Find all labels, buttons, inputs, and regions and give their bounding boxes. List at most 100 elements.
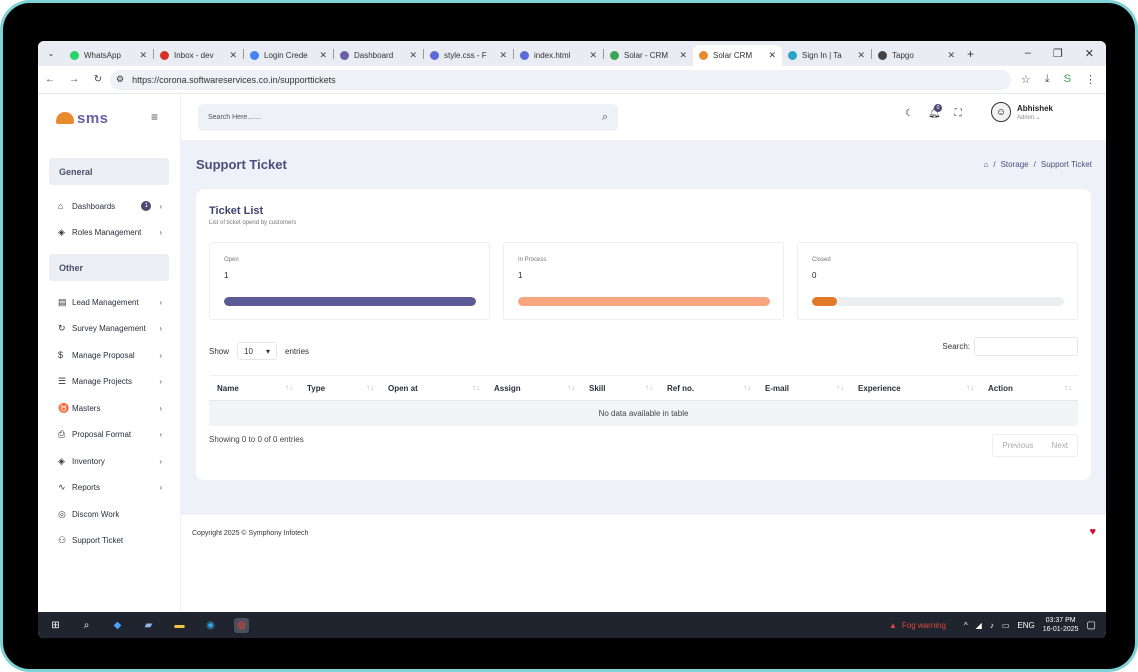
column-header[interactable]: Ref no. ↑↓ (659, 375, 757, 401)
minimize-button[interactable]: – (1025, 47, 1031, 60)
chevron-right-icon: › (159, 297, 162, 307)
edge-icon[interactable]: ◉ (203, 618, 218, 633)
close-tab-icon[interactable]: ✕ (679, 50, 687, 61)
clock[interactable]: 03:37 PM 16-01-2025 (1043, 616, 1079, 634)
fullscreen-icon[interactable]: ⛶ (955, 108, 962, 119)
weather-widget[interactable]: ▲ Fog warning (889, 621, 946, 630)
notifications-icon[interactable]: ▢ (1087, 620, 1096, 631)
sidebar-item-masters[interactable]: ♉ Masters › (38, 395, 180, 422)
extension-icon[interactable]: S (1064, 73, 1071, 86)
tray-chevron-icon[interactable]: ^ (964, 621, 968, 630)
browser-tab[interactable]: index.html ✕ (514, 45, 603, 66)
column-header[interactable]: Skill ↑↓ (581, 375, 659, 401)
close-tab-icon[interactable]: ✕ (409, 50, 417, 61)
column-header[interactable]: Type ↑↓ (299, 375, 380, 401)
url-field[interactable]: ⚙ https://corona.softwareservices.co.in/… (110, 69, 1011, 90)
browser-tab[interactable]: Inbox - dev ✕ (154, 45, 243, 66)
sort-icon: ↑↓ (567, 383, 575, 392)
sidebar-item-dashboards[interactable]: ⌂ Dashboards 1 › (38, 193, 180, 220)
tab-favicon-icon (160, 51, 169, 60)
sidebar-item-proposal-format[interactable]: ⎙ Proposal Format › (38, 422, 180, 449)
breadcrumb-storage[interactable]: Storage (1001, 160, 1029, 169)
box-icon: ◈ (58, 455, 65, 466)
close-tab-icon[interactable]: ✕ (139, 50, 147, 61)
app-logo[interactable]: sms (38, 94, 180, 142)
sidebar-item-lead[interactable]: ▤ Lead Management › (38, 289, 180, 316)
close-tab-icon[interactable]: ✕ (768, 50, 776, 61)
app-icon[interactable]: ▰ (141, 618, 156, 633)
sidebar-item-survey[interactable]: ↻ Survey Management › (38, 316, 180, 343)
close-tab-icon[interactable]: ✕ (947, 50, 955, 61)
sidebar-item-reports[interactable]: ∿ Reports › (38, 475, 180, 502)
browser-tab[interactable]: Solar CRM ✕ (693, 45, 782, 66)
wifi-icon[interactable]: ◢ (976, 621, 982, 630)
page-title: Support Ticket (196, 157, 287, 172)
browser-tab[interactable]: WhatsApp ✕ (64, 45, 153, 66)
restore-button[interactable]: ❐ (1053, 47, 1063, 60)
progress-fill (518, 297, 770, 306)
close-tab-icon[interactable]: ✕ (229, 50, 237, 61)
column-header[interactable]: Open at ↑↓ (380, 375, 486, 401)
close-tab-icon[interactable]: ✕ (319, 50, 327, 61)
browser-tab[interactable]: Sign In | Ta ✕ (782, 45, 871, 66)
browser-tab[interactable]: style.css - F ✕ (424, 45, 513, 66)
sidebar-item-discom[interactable]: ◎ Discom Work (38, 501, 180, 528)
table-search-label: Search: (942, 342, 970, 351)
sort-icon: ↑↓ (966, 383, 974, 392)
browser-tab[interactable]: Login Crede ✕ (244, 45, 333, 66)
sidebar-item-roles[interactable]: ◈ Roles Management › (38, 220, 180, 247)
table-search-input[interactable] (974, 337, 1078, 356)
close-tab-icon[interactable]: ✕ (589, 50, 597, 61)
entries-select[interactable]: 10 ▾ (237, 342, 278, 360)
chrome-icon[interactable]: ◍ (234, 617, 249, 633)
sort-icon: ↑↓ (366, 383, 374, 392)
column-header[interactable]: Action ↑↓ (980, 375, 1078, 401)
empty-table-message: No data available in table (209, 400, 1078, 426)
sidebar-item-inventory[interactable]: ◈ Inventory › (38, 448, 180, 475)
home-icon[interactable]: ⌂ (984, 160, 989, 169)
language-indicator[interactable]: ENG (1017, 621, 1034, 630)
sidebar-item-projects[interactable]: ☰ Manage Projects › (38, 369, 180, 396)
dark-mode-icon[interactable]: ☾ (905, 108, 914, 119)
sidebar-item-support[interactable]: ⚇ Support Ticket (38, 528, 180, 555)
previous-button[interactable]: Previous (993, 435, 1042, 456)
app-icon[interactable]: ◆ (110, 618, 125, 633)
forward-button[interactable]: → (62, 74, 86, 85)
footer: Copyright 2025 © Symphony Infotech ♥ (181, 515, 1106, 551)
new-tab-button[interactable]: + (961, 47, 980, 61)
close-tab-icon[interactable]: ✕ (499, 50, 507, 61)
close-tab-icon[interactable]: ✕ (857, 50, 865, 61)
back-button[interactable]: ← (38, 74, 62, 85)
tab-favicon-icon (788, 51, 797, 60)
avatar: ☺ (991, 102, 1011, 122)
next-button[interactable]: Next (1043, 435, 1077, 456)
breadcrumb-separator: / (1033, 160, 1036, 169)
column-header[interactable]: Name ↑↓ (209, 375, 299, 401)
user-menu[interactable]: ☺ Abhishek Admin ⌄ (991, 102, 1053, 122)
sidebar-item-proposal[interactable]: $ Manage Proposal › (38, 342, 180, 369)
search-icon[interactable]: ⌕ (79, 618, 94, 633)
warning-icon: ▲ (888, 620, 897, 630)
browser-tab[interactable]: Tapgo ✕ (872, 45, 961, 66)
windows-start-icon[interactable]: ⊞ (48, 618, 63, 633)
bookmark-star-icon[interactable]: ☆ (1021, 73, 1031, 86)
reload-button[interactable]: ↻ (86, 74, 110, 85)
browser-tab[interactable]: Solar - CRM ✕ (604, 45, 693, 66)
tab-favicon-icon (70, 51, 79, 60)
search-input[interactable]: Search Here....... ⌕ (198, 104, 618, 131)
battery-icon[interactable]: ▭ (1002, 621, 1010, 630)
hamburger-menu-icon[interactable]: ≡ (151, 110, 158, 124)
sidebar-item-label: Support Ticket (72, 536, 124, 546)
browser-tab[interactable]: Dashboard ✕ (334, 45, 423, 66)
column-header[interactable]: E-mail ↑↓ (757, 375, 850, 401)
tab-search-button[interactable]: ⌄ (38, 49, 64, 58)
column-header[interactable]: Assign ↑↓ (486, 375, 581, 401)
close-window-button[interactable]: ✕ (1085, 47, 1094, 60)
download-icon[interactable]: ⤓ (1045, 73, 1050, 86)
browser-menu-icon[interactable]: ⋮ (1085, 73, 1096, 86)
file-explorer-icon[interactable]: ▬ (172, 618, 187, 633)
column-header[interactable]: Experience ↑↓ (850, 375, 980, 401)
volume-icon[interactable]: ♪ (990, 621, 994, 630)
site-info-icon[interactable]: ⚙ (116, 74, 124, 85)
search-icon[interactable]: ⌕ (602, 111, 608, 124)
